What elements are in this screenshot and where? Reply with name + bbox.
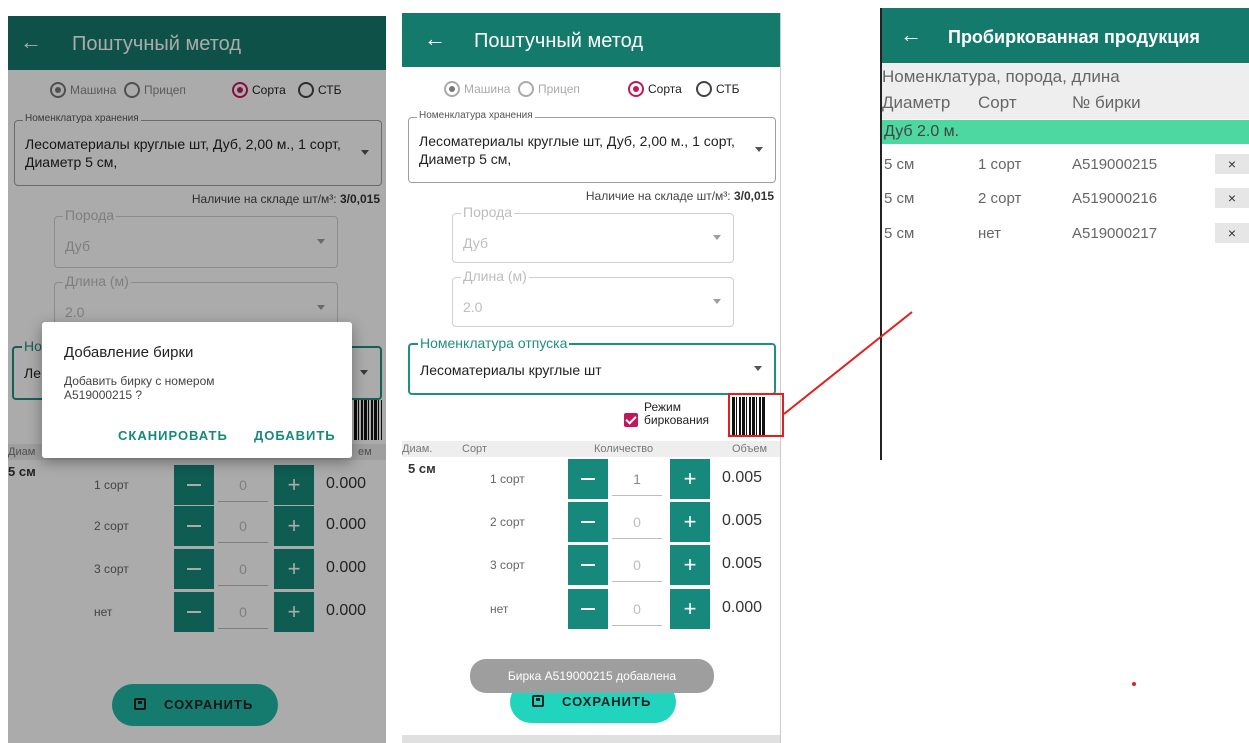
table-row: 1 сорт 1 + 0.005 [402,459,780,499]
left-screen: ← Поштучный метод Машина Прицеп Сорта СТ… [8,16,386,743]
scan-button[interactable]: СКАНИРОВАТЬ [118,428,228,443]
group-header: Дуб 2.0 м. [882,120,1249,144]
table-row: нет 0 + 0.000 [402,589,780,629]
list-item: 5 см 1 сорт A519000215 × [882,150,1249,180]
radio-icon [696,81,712,97]
storage-nomenclature-select[interactable]: Номенклатура хранения Лесоматериалы круг… [408,110,776,183]
length-select[interactable]: Длина (м) 2.0 [452,268,734,327]
add-tag-dialog: Добавление бирки Добавить бирку с номеро… [42,322,352,458]
increment-button[interactable]: + [670,545,710,585]
table-row: 2 сорт 0 + 0.005 [402,502,780,542]
list-item: 5 см 2 сорт A519000216 × [882,184,1249,214]
table-row: 3 сорт 0 + 0.005 [402,545,780,585]
chevron-down-icon [754,366,762,371]
radio-icon [628,81,644,97]
bottom-bar [402,735,780,743]
stock-info: Наличие на складе шт/м³: 3/0,015 [585,189,774,203]
decrement-button[interactable] [568,459,608,499]
breed-select[interactable]: Порода Дуб [452,204,734,263]
page-title: Поштучный метод [474,30,643,52]
chevron-down-icon [713,235,721,240]
remove-tag-button[interactable]: × [1215,188,1249,208]
quantity-input[interactable]: 0 [612,506,662,539]
mode-radio-group: Машина Прицеп Сорта СТБ [402,81,780,107]
red-dot [1132,682,1136,686]
quantity-input[interactable]: 1 [612,463,662,496]
increment-button[interactable]: + [670,502,710,542]
radio-icon [518,81,534,97]
app-bar: ← Пробиркованная продукция [882,8,1249,63]
radio-icon [444,81,460,97]
release-nomenclature-select[interactable]: Номенклатура отпуска Лесоматериалы кругл… [408,335,776,395]
middle-screen: ← Поштучный метод Машина Прицеп Сорта СТ… [402,13,781,743]
dialog-title: Добавление бирки [64,344,194,361]
increment-button[interactable]: + [670,459,710,499]
back-arrow-icon[interactable]: ← [424,28,446,50]
back-arrow-icon[interactable]: ← [900,24,922,46]
right-screen: ← Пробиркованная продукция Номенклатура,… [880,8,1249,460]
chevron-down-icon [713,299,721,304]
quantity-input[interactable]: 0 [612,593,662,626]
radio-stb[interactable]: СТБ [696,81,739,97]
add-button[interactable]: ДОБАВИТЬ [254,428,336,443]
tag-mode-label: Режим биркования [644,400,710,427]
decrement-button[interactable] [568,589,608,629]
radio-machine[interactable]: Машина [444,81,510,97]
list-header: Номенклатура, порода, длина Диаметр Сорт… [882,63,1249,119]
quantity-input[interactable]: 0 [612,549,662,582]
barcode-highlight-box [728,393,784,437]
list-item: 5 см нет A519000217 × [882,219,1249,249]
page-title: Пробиркованная продукция [948,27,1200,47]
dialog-message: Добавить бирку с номером A519000215 ? [64,374,215,402]
remove-tag-button[interactable]: × [1215,223,1249,243]
decrement-button[interactable] [568,502,608,542]
radio-trailer[interactable]: Прицеп [518,81,580,97]
table-header: Диам. Сорт Количество Объем [402,441,780,457]
toast-message: Бирка A519000215 добавлена [470,659,714,693]
radio-grade[interactable]: Сорта [628,81,682,97]
chevron-down-icon [755,147,763,152]
decrement-button[interactable] [568,545,608,585]
remove-tag-button[interactable]: × [1215,154,1249,174]
tag-mode-checkbox[interactable] [624,413,638,427]
save-icon [532,695,544,707]
increment-button[interactable]: + [670,589,710,629]
app-bar: ← Поштучный метод [402,13,780,67]
